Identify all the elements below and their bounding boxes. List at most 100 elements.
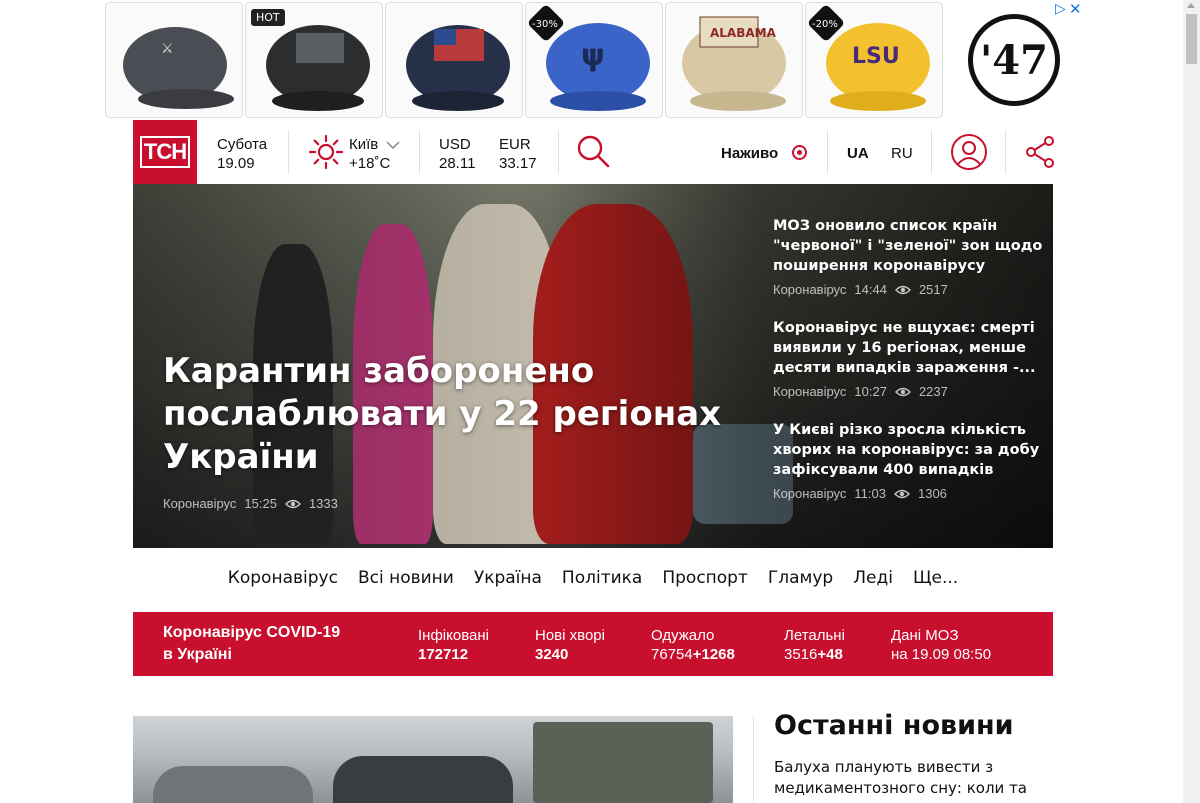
- nav-item-all-news[interactable]: Всі новини: [358, 568, 454, 594]
- side-news-views: 1306: [917, 486, 947, 501]
- lang-ru-link[interactable]: RU: [891, 144, 913, 163]
- page-scrollbar[interactable]: [1183, 0, 1200, 803]
- scroll-up-arrow-icon[interactable]: [1187, 3, 1195, 8]
- city-select[interactable]: Київ: [349, 135, 378, 154]
- stat-value: 172712: [418, 646, 469, 663]
- live-link[interactable]: Наживо: [721, 144, 778, 163]
- stat-infected: Інфіковані 172712: [418, 626, 489, 664]
- latest-news-heading: Останні новини: [774, 710, 1014, 741]
- side-news-views: 2237: [918, 384, 948, 399]
- stat-value: 76754: [651, 646, 693, 663]
- brand-47-logo[interactable]: '47: [968, 14, 1060, 106]
- svg-text:⚔: ⚔: [161, 41, 174, 57]
- nav-item-more[interactable]: Ще...: [913, 568, 958, 594]
- discount-label: -20%: [812, 19, 838, 30]
- stat-source: Дані МОЗ на 19.09 08:50: [891, 626, 991, 664]
- ad-product-cap-alabama[interactable]: ALABAMA: [665, 2, 803, 118]
- covid-title: Коронавірус COVID-19 в Україні: [163, 622, 340, 666]
- svg-text:LSU: LSU: [852, 44, 900, 69]
- photo-vehicle: [533, 722, 713, 803]
- logo-text: ТСН: [139, 136, 191, 168]
- side-news-title[interactable]: МОЗ оновило список країн "червоної" і "з…: [773, 216, 1043, 276]
- side-news-title[interactable]: Коронавірус не вщухає: смерті виявили у …: [773, 318, 1043, 378]
- search-icon[interactable]: [576, 134, 610, 168]
- cap-image: ⚔: [123, 27, 234, 109]
- side-news-title[interactable]: У Києві різко зросла кількість хворих на…: [773, 420, 1043, 480]
- ad-info-icon[interactable]: ▷: [1055, 1, 1066, 17]
- ad-product-cap-lsu[interactable]: -20% LSU: [805, 2, 943, 118]
- svg-text:ψ: ψ: [581, 38, 605, 73]
- stat-delta: +1268: [692, 646, 735, 663]
- live-record-icon[interactable]: [792, 145, 807, 160]
- nav-item-coronavirus[interactable]: Коронавірус: [228, 568, 338, 594]
- side-news-item[interactable]: Коронавірус не вщухає: смерті виявили у …: [773, 318, 1043, 399]
- column-divider: [753, 716, 754, 803]
- stat-source-date: на 19.09 08:50: [891, 646, 992, 663]
- stat-label: Дані МОЗ: [891, 627, 959, 644]
- side-news-item[interactable]: У Києві різко зросла кількість хворих на…: [773, 420, 1043, 501]
- side-news-item[interactable]: МОЗ оновило список країн "червоної" і "з…: [773, 216, 1043, 297]
- stat-new-cases: Нові хворі 3240: [535, 626, 605, 664]
- weekday: Субота: [217, 136, 268, 153]
- side-news-time: 14:44: [854, 282, 887, 297]
- latest-news-item[interactable]: Балуха планують вивести з медикаментозно…: [774, 757, 1044, 803]
- divider: [1005, 130, 1006, 174]
- covid-stats-bar[interactable]: Коронавірус COVID-19 в Україні Інфікован…: [133, 612, 1053, 676]
- side-news-time: 11:03: [854, 486, 886, 501]
- stat-deaths: Летальні 3516+48: [784, 626, 845, 664]
- covid-title-line1: Коронавірус COVID-19: [163, 624, 341, 641]
- cap-image: ALABAMA: [682, 16, 786, 111]
- ad-banner[interactable]: ⚔ HOT -30% ψ ALABAMA -20% LSU '47 ▷ ✕: [105, 0, 1083, 118]
- hero-meta: Коронавірус 15:25 1333: [163, 496, 338, 511]
- ad-product-cap-black-flag[interactable]: HOT: [245, 2, 383, 118]
- main-nav: Коронавірус Всі новини Україна Політика …: [133, 568, 1053, 594]
- side-news-category[interactable]: Коронавірус: [773, 282, 846, 297]
- tsn-logo[interactable]: ТСН: [133, 120, 197, 184]
- usd-label: USD: [439, 136, 471, 153]
- ad-product-cap-blue[interactable]: -30% ψ: [525, 2, 663, 118]
- stat-value: 3240: [535, 646, 569, 663]
- chevron-down-icon[interactable]: [386, 140, 400, 150]
- hero-time: 15:25: [244, 496, 277, 511]
- stat-delta: +48: [817, 646, 843, 663]
- side-news-category[interactable]: Коронавірус: [773, 384, 846, 399]
- ad-close-icon[interactable]: ✕: [1069, 0, 1082, 18]
- news-photo[interactable]: [133, 716, 733, 803]
- nav-item-ukraine[interactable]: Україна: [474, 568, 542, 594]
- hero-featured-news[interactable]: Карантин заборонено послаблювати у 22 ре…: [133, 184, 1053, 548]
- share-icon[interactable]: [1024, 135, 1056, 169]
- ad-product-cap-gray[interactable]: ⚔: [105, 2, 243, 118]
- divider: [931, 130, 932, 174]
- usd-value: 28.11: [439, 155, 476, 172]
- svg-text:ALABAMA: ALABAMA: [710, 26, 777, 40]
- lang-ua-link[interactable]: UA: [847, 144, 869, 163]
- photo-crowd: [333, 756, 513, 803]
- nav-item-prosport[interactable]: Проспорт: [662, 568, 748, 594]
- side-news-category[interactable]: Коронавірус: [773, 486, 846, 501]
- side-news-time: 10:27: [854, 384, 887, 399]
- side-news-views: 2517: [918, 282, 948, 297]
- divider: [419, 130, 420, 174]
- hero-views: 1333: [308, 496, 338, 511]
- hero-title[interactable]: Карантин заборонено послаблювати у 22 ре…: [163, 350, 723, 479]
- stat-label: Одужало: [651, 627, 715, 644]
- hero-category[interactable]: Коронавірус: [163, 496, 236, 511]
- eur-value: 33.17: [499, 155, 537, 172]
- side-news-meta: Коронавірус 14:44 2517: [773, 282, 1043, 297]
- temperature: +18˚C: [349, 155, 391, 172]
- nav-item-lady[interactable]: Леді: [853, 568, 893, 594]
- eur-label: EUR: [499, 136, 531, 153]
- views-eye-icon: [894, 387, 911, 396]
- hot-tag: HOT: [251, 9, 285, 26]
- ad-product-cap-navy-flag[interactable]: [385, 2, 523, 118]
- nav-item-glamour[interactable]: Гламур: [768, 568, 833, 594]
- user-account-icon[interactable]: [950, 133, 988, 171]
- scroll-thumb[interactable]: [1186, 14, 1197, 64]
- side-news-meta: Коронавірус 10:27 2237: [773, 384, 1043, 399]
- views-eye-icon: [894, 285, 911, 294]
- discount-label: -30%: [532, 19, 558, 30]
- stat-label: Нові хворі: [535, 627, 605, 644]
- nav-item-politics[interactable]: Політика: [562, 568, 642, 594]
- side-news-meta: Коронавірус 11:03 1306: [773, 486, 1043, 501]
- divider: [288, 130, 289, 174]
